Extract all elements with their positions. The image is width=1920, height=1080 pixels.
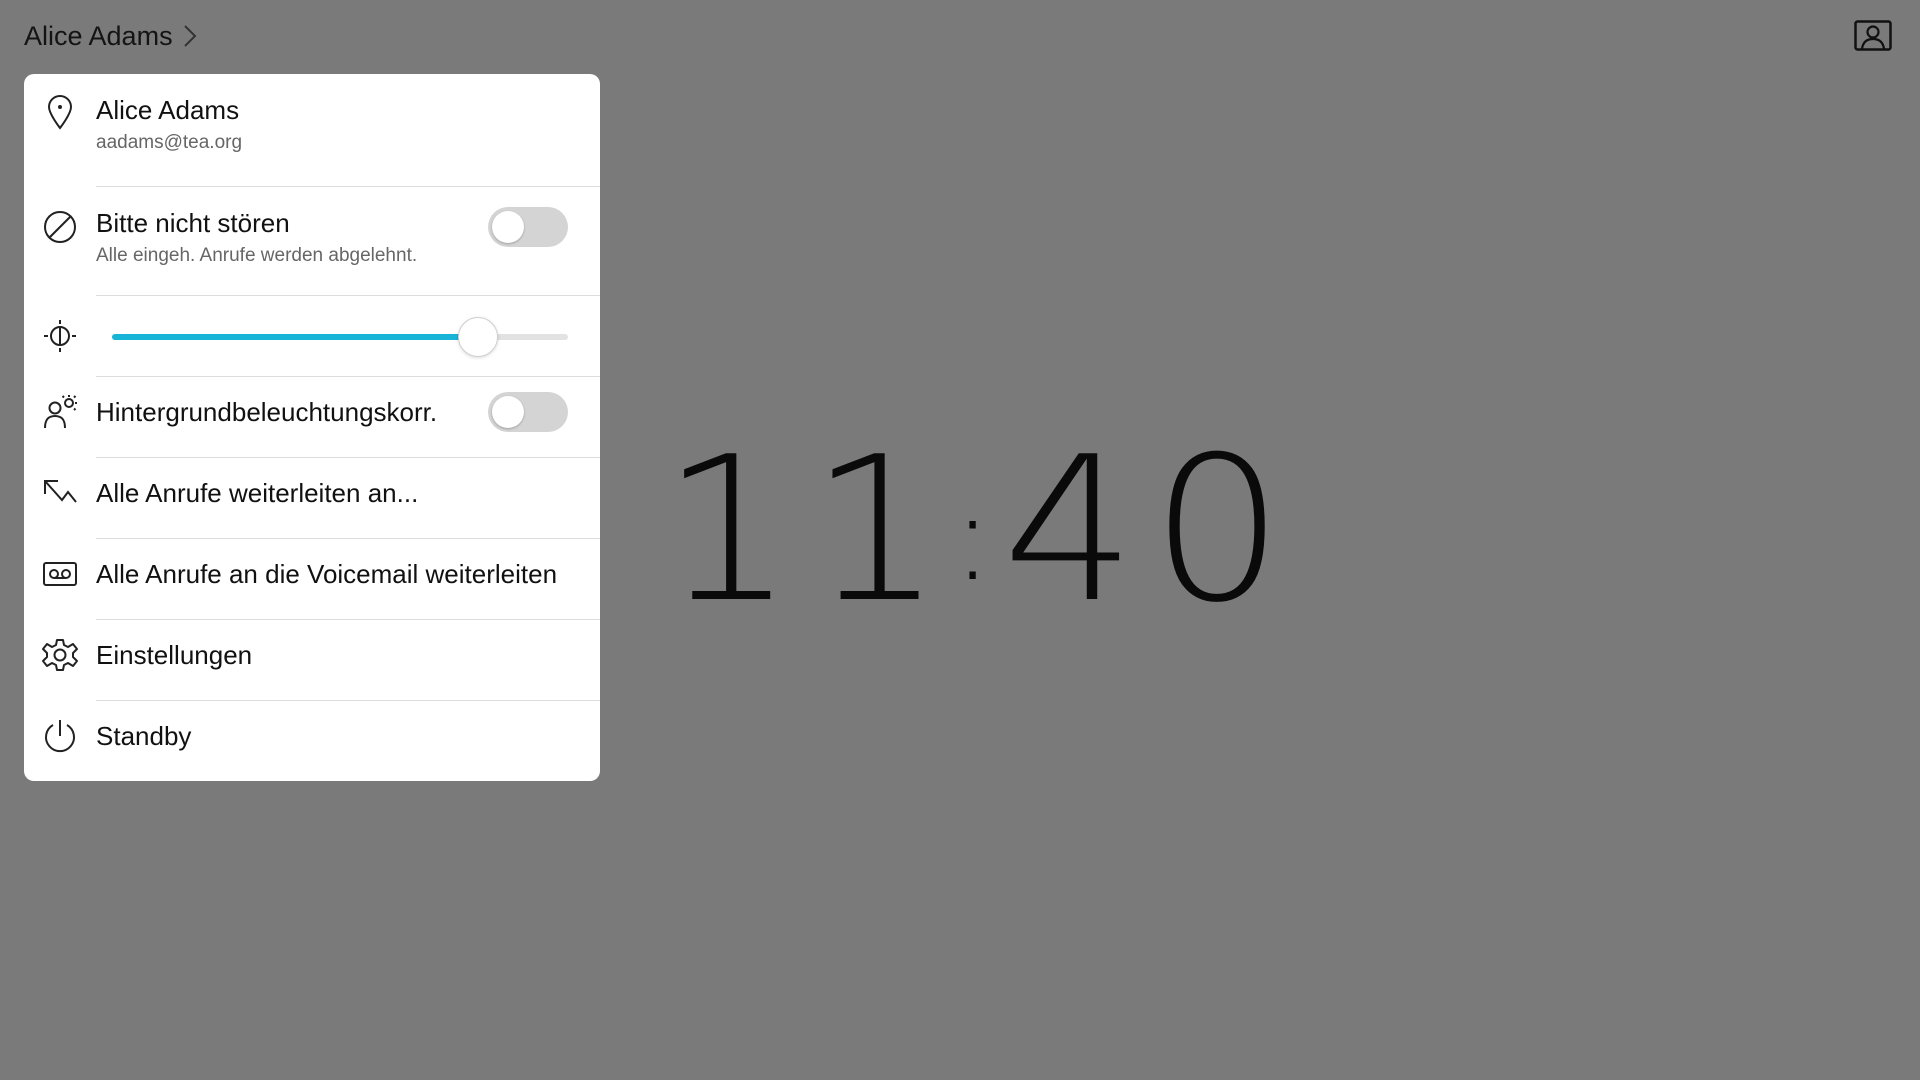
header-user-name: Alice Adams [24,20,173,51]
user-name-header[interactable]: Alice Adams [24,16,197,56]
clock-minutes: 40 [1002,413,1299,647]
power-icon [42,718,78,754]
brightness-slider-thumb[interactable] [457,317,498,357]
forward-all-calls-item[interactable]: Alle Anrufe weiterleiten an... [24,477,600,525]
divider [96,186,600,187]
dnd-toggle[interactable] [488,207,568,247]
call-forward-icon [42,475,78,511]
clock-display: 11 : 40 [661,414,1284,647]
toggle-knob [492,396,524,428]
forward-all-label: Alle Anrufe weiterleiten an... [96,478,419,508]
forward-voicemail-label: Alle Anrufe an die Voicemail weiterleite… [96,559,558,589]
profile-name: Alice Adams [96,95,240,125]
user-menu-panel: Alice Adams aadams@tea.org Bitte nicht s… [24,74,600,781]
divider [96,376,600,377]
location-pin-icon [42,94,78,130]
backlight-row: Hintergrundbeleuchtungskorr. [24,392,600,444]
backlight-icon [42,394,78,430]
brightness-slider[interactable] [112,317,568,357]
forward-voicemail-item[interactable]: Alle Anrufe an die Voicemail weiterleite… [24,558,600,606]
profile-row: Alice Adams aadams@tea.org [24,94,600,184]
user-card-icon[interactable] [1854,20,1892,54]
brightness-icon [42,318,78,354]
brightness-slider-fill [112,334,477,340]
toggle-knob [492,211,524,243]
divider [96,700,600,701]
dnd-row: Bitte nicht stören Alle eingeh. Anrufe w… [24,207,600,297]
chevron-right-icon [183,24,197,48]
divider [96,538,600,539]
settings-item[interactable]: Einstellungen [24,639,600,687]
divider [96,619,600,620]
do-not-disturb-icon [42,209,78,245]
voicemail-icon [42,556,78,592]
divider [96,457,600,458]
clock-separator: : [951,468,1009,608]
standby-item[interactable]: Standby [24,720,600,768]
standby-label: Standby [96,721,192,751]
brightness-row [24,296,600,376]
backlight-toggle[interactable] [488,392,568,432]
clock-hours: 11 [661,413,958,647]
gear-icon [42,637,78,673]
profile-email: aadams@tea.org [96,132,243,153]
settings-label: Einstellungen [96,640,253,670]
